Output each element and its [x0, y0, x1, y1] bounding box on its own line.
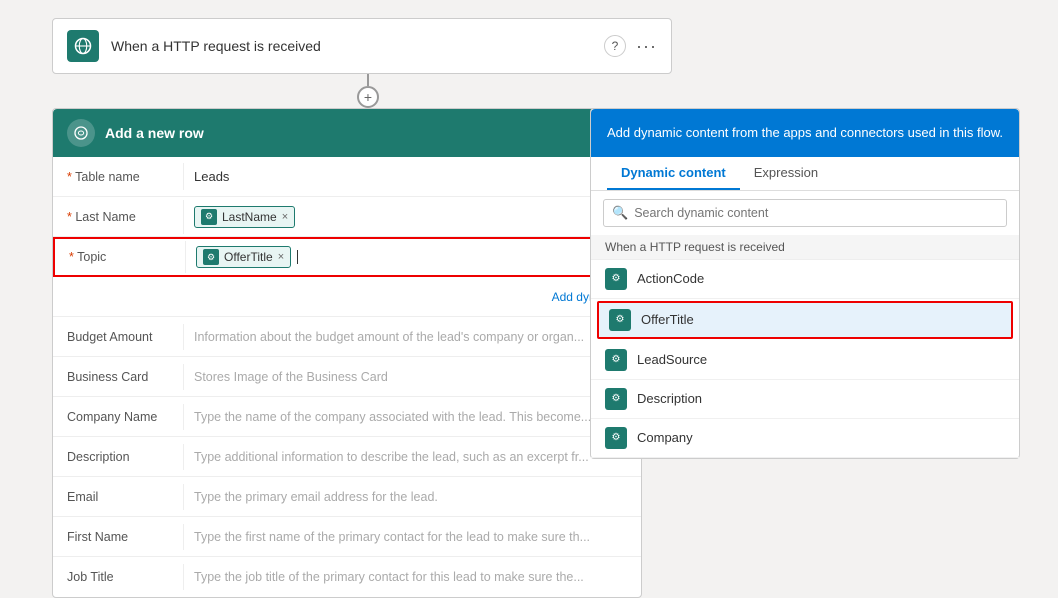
topic-row: Topic ⚙ OfferTitle ×	[53, 237, 641, 277]
description-label: Description	[637, 391, 702, 406]
table-name-label: Table name	[53, 162, 183, 192]
more-options-icon[interactable]: ···	[636, 36, 657, 57]
tab-dynamic-content[interactable]: Dynamic content	[607, 157, 740, 190]
table-name-row: Table name Leads	[53, 157, 641, 197]
main-card-header: Add a new row	[53, 109, 641, 157]
offer-title-chip-label: OfferTitle	[224, 250, 273, 264]
offer-title-chip-icon: ⚙	[203, 249, 219, 265]
offer-title-chip-close[interactable]: ×	[278, 251, 284, 263]
add-dynamic-row: Add dynamic...	[53, 277, 641, 317]
connector-line-top	[367, 74, 369, 86]
text-cursor	[297, 250, 298, 264]
form-body: Table name Leads Last Name ⚙ LastName × …	[53, 157, 641, 597]
dynamic-item-offertitle[interactable]: ⚙ OfferTitle	[597, 301, 1013, 339]
first-name-label: First Name	[53, 522, 183, 552]
section-label: When a HTTP request is received	[591, 235, 1019, 260]
table-name-value[interactable]: Leads	[183, 163, 641, 190]
first-name-row: First Name Type the first name of the pr…	[53, 517, 641, 557]
company-name-label: Company Name	[53, 402, 183, 432]
last-name-chip-icon: ⚙	[201, 209, 217, 225]
offer-title-chip: ⚙ OfferTitle ×	[196, 246, 291, 268]
email-label: Email	[53, 482, 183, 512]
email-value[interactable]: Type the primary email address for the l…	[183, 484, 641, 510]
budget-amount-label: Budget Amount	[53, 322, 183, 352]
topic-label: Topic	[55, 242, 185, 272]
topic-input-area[interactable]: ⚙ OfferTitle ×	[185, 241, 639, 273]
main-card: Add a new row Table name Leads Last Name…	[52, 108, 642, 598]
http-card-icon	[67, 30, 99, 62]
last-name-value[interactable]: ⚙ LastName ×	[183, 200, 641, 234]
dynamic-item-leadsource[interactable]: ⚙ LeadSource	[591, 341, 1019, 380]
business-card-label: Business Card	[53, 362, 183, 392]
description-label: Description	[53, 442, 183, 472]
last-name-chip-close[interactable]: ×	[282, 211, 288, 223]
last-name-chip: ⚙ LastName ×	[194, 206, 295, 228]
first-name-value[interactable]: Type the first name of the primary conta…	[183, 524, 641, 550]
email-row: Email Type the primary email address for…	[53, 477, 641, 517]
dynamic-item-actioncode[interactable]: ⚙ ActionCode	[591, 260, 1019, 299]
last-name-chip-label: LastName	[222, 210, 277, 224]
search-input[interactable]	[634, 206, 998, 220]
tab-expression[interactable]: Expression	[740, 157, 832, 190]
help-icon[interactable]: ?	[604, 35, 626, 57]
description-value[interactable]: Type additional information to describe …	[183, 444, 641, 470]
description-icon: ⚙	[605, 388, 627, 410]
main-card-title: Add a new row	[105, 125, 204, 141]
description-row: Description Type additional information …	[53, 437, 641, 477]
leadsource-label: LeadSource	[637, 352, 707, 367]
actioncode-label: ActionCode	[637, 271, 704, 286]
company-name-value[interactable]: Type the name of the company associated …	[183, 404, 641, 430]
job-title-label: Job Title	[53, 562, 183, 592]
job-title-row: Job Title Type the job title of the prim…	[53, 557, 641, 597]
budget-amount-value[interactable]: Information about the budget amount of t…	[183, 324, 641, 350]
http-trigger-card: When a HTTP request is received ? ···	[52, 18, 672, 74]
company-name-row: Company Name Type the name of the compan…	[53, 397, 641, 437]
right-panel-tabs: Dynamic content Expression	[591, 157, 1019, 191]
search-box: 🔍	[603, 199, 1007, 227]
main-card-header-icon	[67, 119, 95, 147]
company-label: Company	[637, 430, 693, 445]
http-card-title: When a HTTP request is received	[111, 38, 592, 54]
search-icon: 🔍	[612, 205, 628, 221]
company-icon: ⚙	[605, 427, 627, 449]
dynamic-item-company[interactable]: ⚙ Company	[591, 419, 1019, 458]
business-card-value[interactable]: Stores Image of the Business Card	[183, 364, 641, 390]
job-title-value[interactable]: Type the job title of the primary contac…	[183, 564, 641, 590]
offertitle-icon: ⚙	[609, 309, 631, 331]
right-panel-header-text: Add dynamic content from the apps and co…	[607, 123, 1003, 143]
actioncode-icon: ⚙	[605, 268, 627, 290]
right-panel: Add dynamic content from the apps and co…	[590, 108, 1020, 459]
business-card-row: Business Card Stores Image of the Busine…	[53, 357, 641, 397]
last-name-row: Last Name ⚙ LastName ×	[53, 197, 641, 237]
dynamic-item-description[interactable]: ⚙ Description	[591, 380, 1019, 419]
add-step-button[interactable]: +	[357, 86, 379, 108]
last-name-label: Last Name	[53, 202, 183, 232]
budget-amount-row: Budget Amount Information about the budg…	[53, 317, 641, 357]
offertitle-label: OfferTitle	[641, 312, 694, 327]
leadsource-icon: ⚙	[605, 349, 627, 371]
http-card-actions: ? ···	[604, 35, 657, 57]
right-panel-header: Add dynamic content from the apps and co…	[591, 109, 1019, 157]
